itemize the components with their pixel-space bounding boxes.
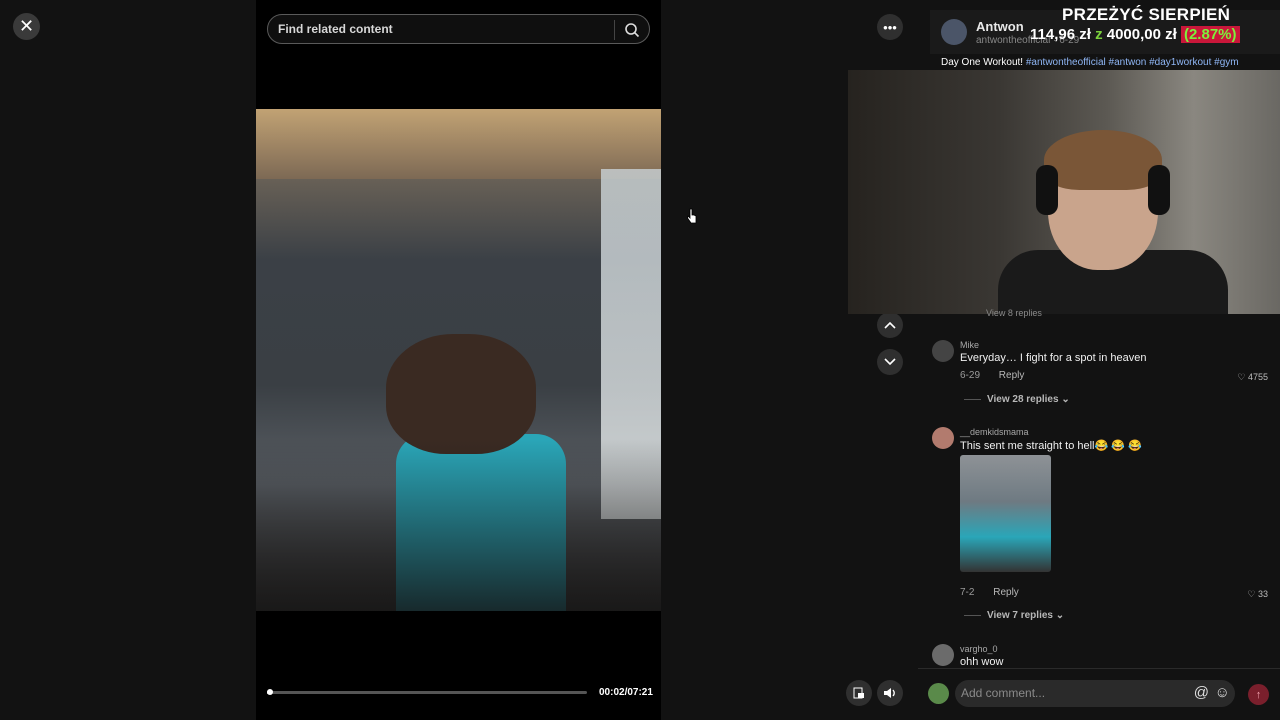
author-avatar[interactable] [941,19,967,45]
video-wheelchair-shade [256,439,661,611]
goal-amount: 4000,00 zł [1106,26,1177,43]
volume-button[interactable] [877,680,903,706]
comment-username[interactable]: Mike [960,340,979,350]
timecode: 00:02/07:21 [599,687,653,698]
app-stage: ✕ Find related content 00:02/07:21 ••• A… [0,0,1280,720]
previous-video-button[interactable] [877,312,903,338]
hashtag[interactable]: #antwontheofficial [1026,57,1106,68]
view-replies-button[interactable]: View 7 replies ⌄ [964,610,1064,621]
heart-icon: ♡ [1247,589,1256,599]
at-icon[interactable]: @ [1194,684,1209,701]
stream-overlay-goal: 114,96 zł z 4000,00 zł (2.87%) [1030,26,1240,43]
emoji-icon[interactable]: ☺ [1215,684,1230,701]
stream-overlay-title: PRZEŻYĆ SIERPIEŃ [1062,5,1231,24]
comment-username[interactable]: __demkidsmama [960,427,1029,437]
view-replies-hidden[interactable]: View 8 replies [986,308,1042,318]
video-column: Find related content 00:02/07:21 [256,0,661,720]
send-button[interactable]: ↑ [1248,684,1269,705]
like-button[interactable]: ♡ 33 [1247,589,1268,600]
comment-avatar[interactable] [932,427,954,449]
replies-line [964,398,981,400]
chevron-down-icon: ⌄ [1055,610,1065,621]
comment-avatar[interactable] [932,340,954,362]
picture-in-picture-icon [853,687,864,699]
picture-in-picture-button[interactable] [846,680,872,706]
comment-meta: 7-2 Reply [960,587,1019,598]
view-replies-button[interactable]: View 28 replies ⌄ [964,394,1070,405]
progress-bar[interactable] [267,689,587,695]
webcam-hair-shape [1044,130,1162,190]
comment-meta: 6-29 Reply [960,370,1024,381]
search-icon[interactable] [624,22,640,38]
hashtag[interactable]: #antwon [1109,57,1147,68]
like-count: 4755 [1247,372,1268,382]
comment-item: vargho_0 ohh wow [932,644,1272,668]
search-input[interactable]: Find related content [278,22,393,36]
next-video-button[interactable] [877,349,903,375]
comment-text: ohh wow [960,656,1004,668]
search-divider [614,20,615,40]
more-options-icon: ••• [883,19,897,35]
view-replies-label: View 28 replies [987,394,1059,405]
my-avatar [928,683,949,704]
replies-line [964,614,981,616]
chevron-down-icon [884,358,896,366]
comment-avatar[interactable] [932,644,954,666]
close-icon: ✕ [18,16,35,36]
search-bar[interactable]: Find related content [267,14,650,44]
comment-date: 6-29 [960,370,981,381]
reply-button[interactable]: Reply [993,587,1019,598]
video-frame[interactable] [256,109,661,611]
like-count: 33 [1257,589,1268,599]
comment-item: Mike Everyday… I fight for a spot in hea… [932,340,1272,410]
webcam-headset-left [1036,165,1058,215]
hand-cursor-icon [687,208,697,224]
caption-text: Day One Workout! [941,57,1024,68]
more-options-button[interactable]: ••• [877,14,903,40]
volume-icon [884,688,895,698]
video-caption: Day One Workout! #antwontheofficial #ant… [941,57,1239,68]
comment-placeholder: Add comment... [961,686,1046,700]
raised-amount: 114,96 zł [1030,26,1091,43]
comment-date: 7-2 [960,587,975,598]
chevron-down-icon: ⌄ [1061,394,1070,405]
send-arrow-icon: ↑ [1255,688,1262,701]
goal-separator: z [1095,26,1103,43]
chevron-up-icon [884,321,896,329]
author-name[interactable]: Antwon [976,19,1024,34]
comment-text: Everyday… I fight for a spot in heaven [960,352,1147,364]
comment-composer: Add comment... @ ☺ ↑ [918,668,1280,720]
view-replies-label: View 7 replies [987,610,1053,621]
comment-item: __demkidsmama This sent me straight to h… [932,427,1272,627]
video-person-head [386,334,536,454]
progress-handle[interactable] [267,689,273,695]
webcam-headset-right [1148,165,1170,215]
streamer-webcam-overlay [848,70,1280,314]
hashtag[interactable]: #day1workout [1149,57,1211,68]
close-button[interactable]: ✕ [13,13,40,40]
hashtag[interactable]: #gym [1214,57,1238,68]
comment-input[interactable]: Add comment... @ ☺ [955,680,1235,707]
comment-text: This sent me straight to hell😂 😂 😂 [960,440,1142,452]
comment-username[interactable]: vargho_0 [960,644,998,654]
heart-icon: ♡ [1237,372,1246,382]
like-button[interactable]: ♡ 4755 [1237,372,1268,383]
comment-image-thumbnail[interactable] [960,455,1051,572]
reply-button[interactable]: Reply [999,370,1025,381]
goal-percent: (2.87%) [1180,26,1240,43]
